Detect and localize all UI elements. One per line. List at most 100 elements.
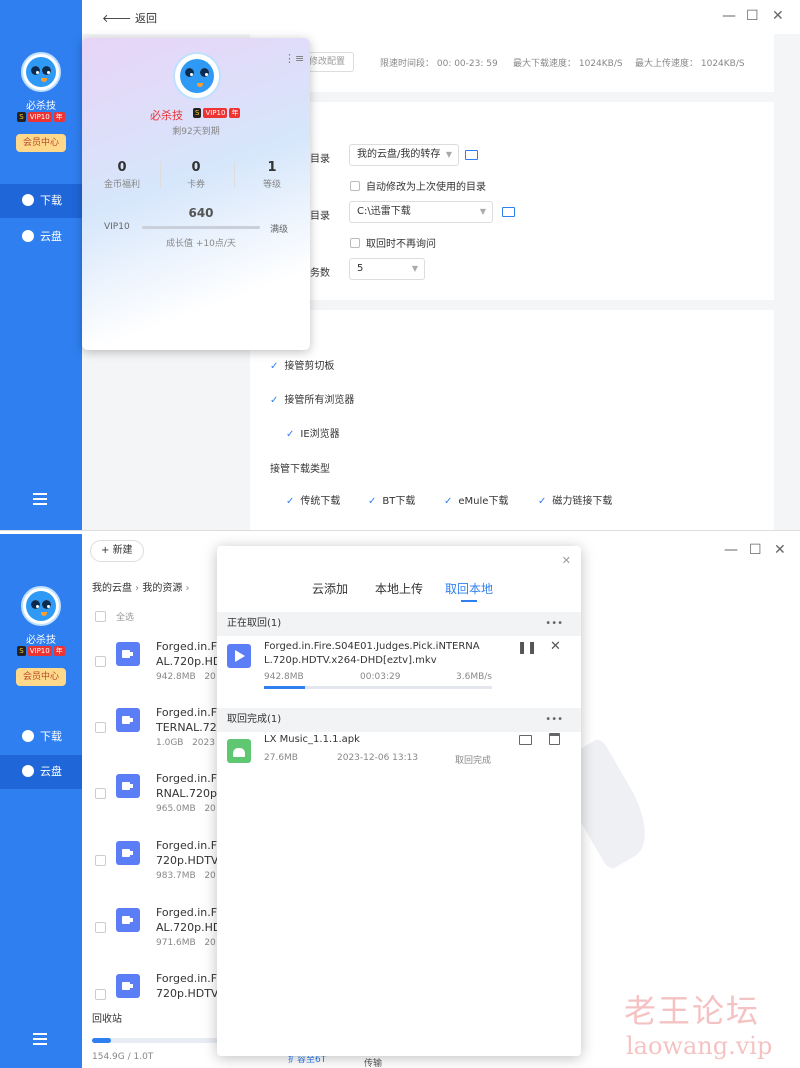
- minimize-icon[interactable]: —: [724, 542, 738, 558]
- folder-icon[interactable]: [502, 207, 515, 217]
- avatar[interactable]: [21, 586, 61, 626]
- menu-icon[interactable]: [33, 1033, 47, 1045]
- new-button[interactable]: + 新建: [90, 540, 144, 562]
- check-icon: ✓: [270, 361, 279, 372]
- sidebar: 必杀技 S VIP10 年 会员中心 下载 云盘: [0, 0, 82, 530]
- tab-local-upload[interactable]: 本地上传: [375, 580, 423, 597]
- file-meta: 1.0GB 2023: [156, 738, 215, 748]
- check-icon: ✓: [270, 395, 279, 406]
- tab-retrieve-local[interactable]: 取回本地: [445, 580, 493, 597]
- more-icon[interactable]: •••: [545, 612, 563, 636]
- file-name[interactable]: Forged.in.Fi AL.720p.HD: [156, 639, 218, 669]
- nav-cloud[interactable]: 云盘: [0, 755, 82, 789]
- year-badge: 年: [53, 112, 65, 122]
- username: 必杀技: [26, 101, 56, 112]
- cancel-icon[interactable]: ✕: [550, 639, 561, 654]
- ie-checkbox[interactable]: ✓ IE浏览器: [286, 425, 340, 440]
- maximize-icon[interactable]: ☐: [749, 542, 762, 558]
- back-button[interactable]: 🡐 返回: [102, 10, 157, 26]
- close-icon[interactable]: ✕: [772, 8, 784, 24]
- nav-download-label: 下载: [40, 730, 62, 743]
- close-icon[interactable]: ✕: [562, 554, 571, 567]
- retrieving-file-name: Forged.in.Fire.S04E01.Judges.Pick.iNTERN…: [264, 641, 480, 666]
- close-icon[interactable]: ✕: [774, 542, 786, 558]
- file-name[interactable]: Forged.in.Fi RNAL.720p.: [156, 771, 218, 801]
- no-ask-checkbox[interactable]: 取回时不再询问: [350, 235, 436, 250]
- select-all-label: 全选: [116, 613, 135, 623]
- avatar[interactable]: [21, 52, 61, 92]
- maximize-icon[interactable]: ☐: [746, 8, 759, 24]
- file-name[interactable]: Forged.in.Fi AL.720p.HD: [156, 905, 218, 935]
- vip-center-button[interactable]: 会员中心: [16, 134, 66, 152]
- back-label: 返回: [135, 12, 157, 25]
- more-icon[interactable]: •••: [545, 708, 563, 732]
- type-checkbox[interactable]: ✓ eMule下载: [444, 492, 508, 507]
- cloud-icon: [22, 765, 34, 777]
- row-checkbox[interactable]: [95, 989, 106, 1000]
- clipboard-checkbox[interactable]: ✓ 接管剪切板: [270, 357, 334, 372]
- checkbox-icon: [350, 181, 360, 191]
- storage-bar-fill: [92, 1038, 111, 1043]
- transfer-tab[interactable]: 传输: [364, 1056, 382, 1068]
- folder-icon[interactable]: [465, 150, 478, 160]
- stat-level[interactable]: 1 等级: [242, 160, 302, 190]
- year-badge: 年: [229, 108, 241, 118]
- storage-text: 154.9G / 1.0T: [92, 1052, 154, 1062]
- local-dir-select[interactable]: C:\迅雷下载 ▼: [349, 201, 493, 223]
- save-dir-select[interactable]: 我的云盘/我的转存 ▼: [349, 144, 459, 166]
- pause-icon[interactable]: ❚❚: [517, 640, 537, 654]
- no-ask-label: 取回时不再询问: [366, 239, 436, 250]
- file-name[interactable]: Forged.in.Fi TERNAL.720: [156, 705, 218, 735]
- row-checkbox[interactable]: [95, 922, 106, 933]
- watermark-url: laowang.vip: [626, 1032, 773, 1060]
- breadcrumb-item[interactable]: 我的资源: [142, 583, 182, 594]
- download-icon: [22, 194, 34, 206]
- vip-level-label: VIP10: [104, 222, 130, 232]
- open-folder-icon[interactable]: [519, 735, 532, 745]
- done-file-name: LX Music_1.1.1.apk: [264, 734, 360, 745]
- auto-modify-checkbox[interactable]: 自动修改为上次使用的目录: [350, 178, 486, 193]
- download-settings-window: 必杀技 S VIP10 年 会员中心 下载 云盘 🡐 返回 — ☐ ✕ 修改配置 限…: [0, 0, 800, 530]
- auto-modify-label: 自动修改为上次使用的目录: [366, 182, 486, 193]
- row-checkbox[interactable]: [95, 656, 106, 667]
- tasks-select[interactable]: 5 ▼: [349, 258, 425, 280]
- row-checkbox[interactable]: [95, 788, 106, 799]
- max-upload-text: 最大上传速度： 1024KB/S: [635, 59, 745, 69]
- breadcrumb-item[interactable]: 我的云盘: [92, 583, 132, 594]
- retrieving-header-label: 正在取回(1): [227, 618, 282, 629]
- all-browsers-checkbox[interactable]: ✓ 接管所有浏览器: [270, 391, 354, 406]
- delete-icon[interactable]: [549, 733, 560, 745]
- popup-username: 必杀技: [150, 109, 183, 122]
- file-name[interactable]: Forged.in.Fi 720p.HDTV.: [156, 971, 218, 1001]
- limit-time-text: 限速时间段： 00: 00-23: 59: [380, 59, 498, 69]
- row-checkbox[interactable]: [95, 722, 106, 733]
- nav-download[interactable]: 下载: [0, 184, 82, 218]
- video-file-icon: [116, 841, 140, 865]
- bird-avatar-icon: [26, 57, 56, 87]
- type-checkbox[interactable]: ✓ 传统下载: [286, 492, 340, 507]
- select-all-checkbox[interactable]: [95, 611, 106, 622]
- cloud-drive-window: 必杀技 S VIP10 年 会员中心 下载 云盘 + 新建 我的云盘 › 我的资源 …: [0, 534, 800, 1068]
- video-file-icon: [116, 908, 140, 932]
- menu-icon[interactable]: [33, 493, 47, 505]
- recycle-bin-link[interactable]: 回收站: [92, 1010, 122, 1025]
- nav-download[interactable]: 下载: [0, 720, 82, 754]
- nav-cloud[interactable]: 云盘: [0, 220, 82, 254]
- super-badge: S: [193, 108, 202, 118]
- file-name[interactable]: Forged.in.Fi 720p.HDTV.: [156, 838, 218, 868]
- stat-label: 金币福利: [103, 180, 140, 190]
- check-icon: ✓: [286, 429, 295, 440]
- video-file-icon: [116, 974, 140, 998]
- storage-bar: [92, 1038, 218, 1043]
- type-checkbox[interactable]: ✓ 磁力链接下载: [538, 492, 612, 507]
- switch-account-icon[interactable]: ⋮≡: [284, 52, 304, 65]
- tab-cloud-add[interactable]: 云添加: [312, 580, 348, 597]
- stat-coins[interactable]: 0 金币福利: [92, 160, 152, 190]
- row-checkbox[interactable]: [95, 855, 106, 866]
- year-badge: 年: [53, 646, 65, 656]
- type-checkbox[interactable]: ✓ BT下载: [368, 492, 415, 507]
- vip-center-button[interactable]: 会员中心: [16, 668, 66, 686]
- minimize-icon[interactable]: —: [722, 8, 736, 24]
- stat-coupons[interactable]: 0 卡券: [166, 160, 226, 190]
- download-icon: [22, 730, 34, 742]
